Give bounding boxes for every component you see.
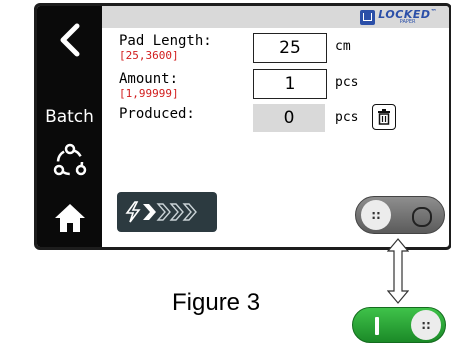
on-bar-icon bbox=[375, 317, 379, 335]
home-button[interactable] bbox=[37, 196, 102, 240]
pad-length-range: [25,3600] bbox=[119, 49, 179, 62]
pad-length-input[interactable]: 25 bbox=[253, 33, 327, 63]
chevron-left-icon bbox=[60, 23, 79, 57]
amount-unit: pcs bbox=[335, 75, 359, 90]
amount-input[interactable]: 1 bbox=[253, 69, 327, 99]
produced-unit: pcs bbox=[335, 110, 359, 125]
home-icon bbox=[54, 204, 85, 232]
sidebar: Batch bbox=[37, 6, 102, 247]
cycle-icon bbox=[53, 143, 86, 176]
logo-trademark: ™ bbox=[430, 8, 437, 16]
power-toggle-on[interactable]: :: bbox=[352, 307, 446, 343]
double-arrow-icon bbox=[387, 238, 409, 304]
pad-length-label: Pad Length: bbox=[119, 33, 212, 49]
off-ring-icon bbox=[412, 207, 432, 227]
produced-label: Produced: bbox=[119, 106, 195, 122]
start-run-button[interactable] bbox=[117, 192, 217, 232]
logo-mark-icon bbox=[360, 9, 376, 25]
figure-caption: Figure 3 bbox=[172, 289, 261, 316]
toggle-off-knob: :: bbox=[361, 200, 391, 230]
logo-sub-text: PAPER bbox=[399, 19, 416, 25]
cycle-button[interactable] bbox=[37, 139, 102, 185]
trash-icon bbox=[378, 109, 390, 125]
batch-label: Batch bbox=[45, 107, 94, 127]
pad-length-unit: cm bbox=[335, 39, 351, 54]
amount-range: [1,99999] bbox=[119, 87, 179, 100]
back-button[interactable] bbox=[37, 18, 102, 62]
header-bar: LOCKED™ PAPER bbox=[102, 6, 449, 28]
reset-produced-button[interactable] bbox=[372, 104, 396, 130]
amount-label: Amount: bbox=[119, 71, 179, 87]
produced-value: 0 bbox=[253, 104, 325, 132]
lightning-forward-icon bbox=[125, 201, 197, 223]
brand-logo: LOCKED™ PAPER bbox=[360, 9, 437, 25]
power-toggle-off[interactable]: :: bbox=[355, 196, 445, 234]
toggle-on-knob: :: bbox=[411, 310, 441, 340]
